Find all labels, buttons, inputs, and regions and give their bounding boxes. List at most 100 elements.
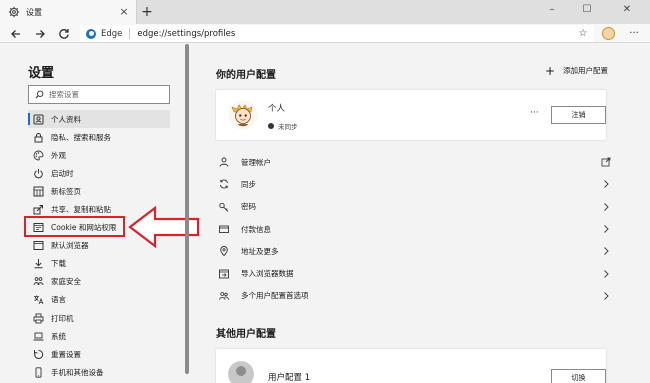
minimize-button[interactable]: –	[537, 0, 567, 20]
laptop-icon	[33, 332, 44, 341]
sidebar-item-label: 重置设置	[51, 349, 81, 359]
profiles-section-title: 你的用户配置	[216, 70, 276, 81]
forward-icon[interactable]	[32, 26, 48, 42]
profile-name: 个人	[268, 104, 286, 114]
person-icon	[219, 157, 229, 167]
sidebar-item-label: 手机和其他设备	[51, 367, 104, 377]
browser-icon	[33, 241, 44, 251]
sidebar-item-startup[interactable]: 启动时	[28, 164, 170, 182]
palette-icon	[33, 150, 44, 161]
sidebar-item-privacy[interactable]: 隐私、搜索和服务	[28, 128, 170, 146]
sync-status-label: 未同步	[278, 123, 298, 131]
chevron-right-icon	[604, 247, 609, 256]
sidebar-item-system[interactable]: 系统	[28, 327, 170, 345]
row-manage-account[interactable]: 管理帐户	[216, 151, 613, 173]
address-bar[interactable]: Edge edge://settings/profiles ☆	[80, 25, 594, 42]
sidebar-item-appearance[interactable]: 外观	[28, 146, 170, 164]
other-profile-name: 用户配置 1	[268, 373, 311, 383]
chevron-right-icon	[604, 269, 609, 278]
sidebar-item-label: 外观	[51, 150, 66, 160]
tab-close-icon[interactable]: ×	[117, 5, 131, 19]
sidebar-title: 设置	[28, 66, 55, 81]
row-sync[interactable]: 同步	[216, 173, 613, 195]
sidebar-item-profiles[interactable]: 个人资料	[28, 110, 170, 129]
other-profile-card: 用户配置 1 切换	[216, 349, 606, 383]
settings-sidebar: 设置 个人资料 隐私、搜索和服务 外观 启动时	[0, 44, 200, 383]
settings-content: 设置 个人资料 隐私、搜索和服务 外观 启动时	[0, 44, 650, 383]
reset-icon	[34, 349, 44, 359]
row-label: 地址及更多	[241, 246, 279, 256]
row-label: 多个用户配置首选项	[241, 291, 309, 301]
chevron-right-icon	[604, 180, 609, 189]
key-icon	[219, 202, 229, 212]
address-divider	[129, 28, 131, 39]
tab-settings[interactable]: 设置 ×	[0, 0, 137, 24]
profile-avatar-icon[interactable]	[602, 27, 615, 40]
chevron-right-icon	[604, 292, 609, 300]
sidebar-item-label: 共享、复制和粘贴	[51, 205, 111, 215]
sidebar-item-label: 个人资料	[51, 114, 81, 124]
maximize-button[interactable]: ☐	[572, 0, 602, 20]
chevron-right-icon	[604, 225, 609, 233]
sidebar-item-label: 启动时	[51, 168, 74, 178]
language-icon	[34, 295, 44, 305]
sidebar-item-label: 语言	[51, 295, 66, 305]
refresh-icon[interactable]	[56, 26, 72, 42]
sidebar-item-new-tab[interactable]: 新标签页	[28, 182, 170, 200]
profiles-pane: 你的用户配置 + 添加用户配置 个人 未同步 ··· 注销 管理帐户 同步 密码…	[189, 44, 650, 383]
tab-strip: 设置 × + – ☐ ✕	[0, 0, 650, 24]
row-label: 付款信息	[241, 224, 271, 234]
sidebar-item-label: 下载	[51, 259, 66, 269]
row-label: 导入浏览器数据	[241, 269, 294, 279]
printer-icon	[33, 313, 44, 324]
row-import-data[interactable]: 导入浏览器数据	[216, 262, 613, 284]
add-profile-button[interactable]: + 添加用户配置	[545, 63, 609, 78]
back-icon[interactable]	[8, 26, 24, 42]
search-input[interactable]	[49, 90, 159, 99]
edge-logo-icon	[86, 28, 96, 39]
sync-status-icon	[268, 123, 274, 129]
row-label: 管理帐户	[241, 157, 271, 167]
switch-profile-button[interactable]: 切换	[551, 369, 606, 383]
annotation-highlight-box	[24, 216, 125, 237]
row-addresses[interactable]: 地址及更多	[216, 240, 613, 262]
sidebar-item-label: 隐私、搜索和服务	[51, 132, 111, 142]
multi-profile-icon	[219, 292, 229, 300]
sidebar-item-languages[interactable]: 语言	[28, 291, 170, 309]
sidebar-item-reset[interactable]: 重置设置	[28, 345, 170, 363]
window-close-button[interactable]: ✕	[612, 0, 642, 20]
sidebar-item-phone[interactable]: 手机和其他设备	[28, 363, 170, 381]
add-profile-label: 添加用户配置	[563, 66, 609, 75]
new-tab-button[interactable]: +	[140, 4, 154, 20]
card-icon	[219, 225, 229, 233]
sidebar-item-downloads[interactable]: 下载	[28, 255, 170, 273]
power-icon	[34, 168, 43, 179]
family-icon	[33, 277, 44, 286]
profile-avatar-icon	[228, 100, 258, 130]
sidebar-item-label: 家庭安全	[51, 277, 81, 287]
address-url[interactable]: edge://settings/profiles	[137, 29, 576, 39]
more-menu-icon[interactable]: ···	[626, 25, 642, 42]
row-payment-info[interactable]: 付款信息	[216, 218, 613, 240]
row-label: 密码	[241, 202, 256, 212]
search-box[interactable]	[28, 85, 170, 104]
lock-icon	[34, 132, 43, 143]
sidebar-item-label: 新标签页	[51, 186, 81, 196]
default-avatar-icon	[228, 361, 254, 383]
sidebar-item-family[interactable]: 家庭安全	[28, 273, 170, 291]
profile-card-icon	[33, 114, 44, 125]
import-icon	[219, 269, 229, 279]
sync-status: 未同步	[268, 121, 298, 131]
current-profile-card: 个人 未同步 ··· 注销	[216, 90, 606, 140]
sidebar-item-label: 系统	[51, 331, 66, 341]
sidebar-item-label: 默认浏览器	[51, 241, 89, 251]
logout-button[interactable]: 注销	[551, 106, 606, 124]
profile-more-button[interactable]: ···	[530, 108, 539, 118]
phone-icon	[35, 367, 42, 378]
plus-icon: +	[545, 63, 556, 78]
row-passwords[interactable]: 密码	[216, 196, 613, 218]
location-icon	[220, 246, 228, 257]
sidebar-item-printers[interactable]: 打印机	[28, 309, 170, 327]
favorite-star-icon[interactable]: ☆	[576, 28, 590, 39]
row-multi-profile-prefs[interactable]: 多个用户配置首选项	[216, 285, 613, 307]
